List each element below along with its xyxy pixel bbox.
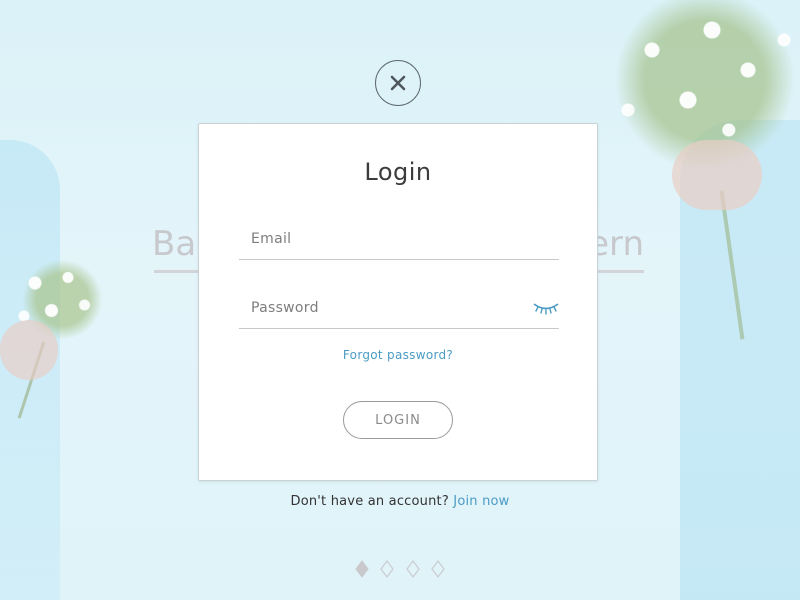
- carousel-dot-2[interactable]: [380, 560, 395, 578]
- email-field-container: [239, 220, 559, 260]
- forgot-password-link[interactable]: Forgot password?: [199, 348, 597, 362]
- password-field-container: [239, 289, 559, 329]
- modal-title: Login: [364, 158, 432, 186]
- email-input[interactable]: [251, 226, 519, 252]
- background-arm-right: [672, 140, 762, 210]
- carousel-dot-3[interactable]: [405, 560, 420, 578]
- carousel-indicator: [355, 560, 445, 578]
- carousel-dot-4[interactable]: [431, 560, 445, 578]
- signup-prompt: Don't have an account? Join now: [0, 494, 800, 509]
- carousel-dot-1[interactable]: [355, 560, 369, 578]
- eye-closed-icon: [533, 303, 559, 315]
- login-button[interactable]: LOGIN: [343, 401, 453, 439]
- signup-prompt-text: Don't have an account?: [290, 494, 449, 509]
- login-modal: Login Forgot password? LOGIN: [198, 123, 598, 481]
- password-visibility-toggle[interactable]: [533, 299, 559, 317]
- password-input[interactable]: [251, 295, 519, 321]
- close-button[interactable]: [375, 60, 421, 106]
- join-now-link[interactable]: Join now: [453, 494, 509, 509]
- background-arm-left: [0, 320, 58, 380]
- close-icon: [390, 75, 406, 91]
